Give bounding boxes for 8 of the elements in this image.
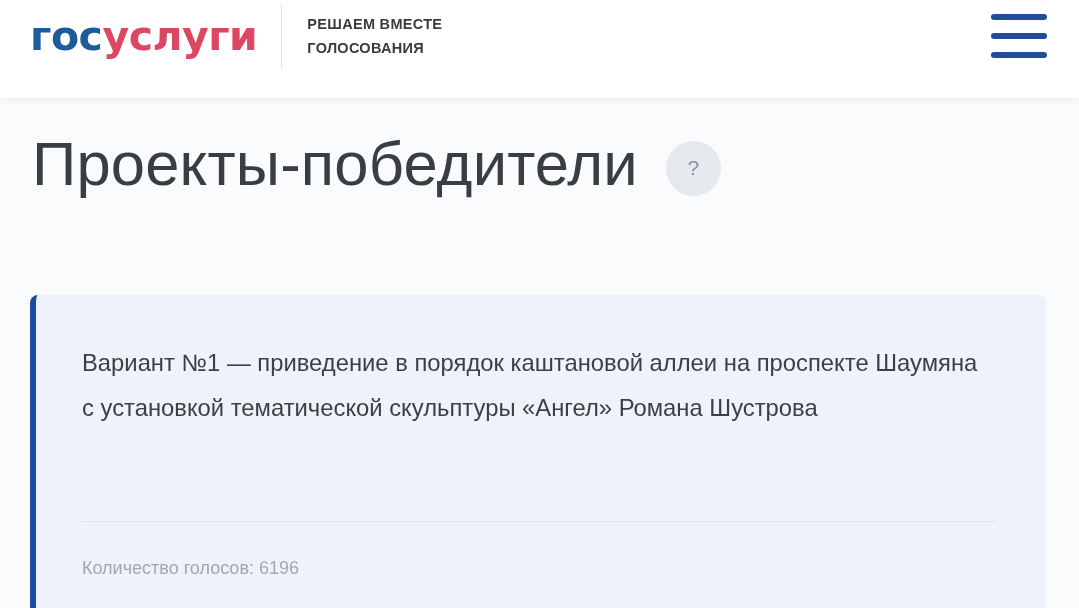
section-subtitle: РЕШАЕМ ВМЕСТЕ (307, 15, 443, 34)
page-title: Проекты-победители (32, 128, 638, 200)
project-title: Вариант №1 — приведение в порядок каштановой аллеи на проспекте Шаумяна с установкой тематической скульптуры «Ангел» Романа Шустрова (82, 348, 979, 423)
menu-button[interactable] (991, 13, 1047, 59)
menu-icon (991, 14, 1047, 58)
section-subtitle: ГОЛОСОВАНИЯ (307, 39, 425, 58)
vote-count: Количество голосов: 6196 (82, 557, 300, 580)
logo-link[interactable]: госуслуги (30, 15, 258, 57)
